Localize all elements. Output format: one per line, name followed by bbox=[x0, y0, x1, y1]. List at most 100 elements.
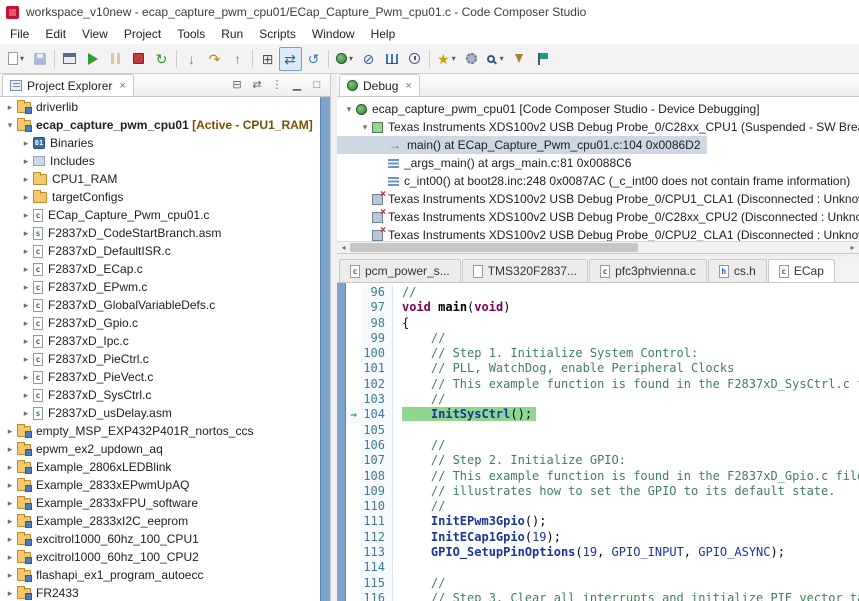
tree-item[interactable]: ▸driverlib bbox=[0, 98, 320, 116]
code-text[interactable]: // bbox=[393, 331, 445, 346]
link-with-editor-button[interactable]: ⇄ bbox=[248, 76, 266, 94]
debug-tree-item[interactable]: Texas Instruments XDS100v2 USB Debug Pro… bbox=[337, 190, 859, 208]
collapse-all-button[interactable]: ⊟ bbox=[228, 76, 246, 94]
collapsed-arrow-icon[interactable]: ▸ bbox=[19, 228, 33, 239]
restart-button[interactable]: ↻ bbox=[150, 47, 173, 71]
tree-item[interactable]: ▸F2837xD_CodeStartBranch.asm bbox=[0, 224, 320, 242]
new-button[interactable]: ▾ bbox=[4, 47, 28, 71]
tree-item[interactable]: ▸excitrol1000_60hz_100_CPU2 bbox=[0, 548, 320, 566]
target-console-button[interactable] bbox=[58, 47, 81, 71]
debug-tree-item[interactable]: Texas Instruments XDS100v2 USB Debug Pro… bbox=[337, 208, 859, 226]
collapsed-arrow-icon[interactable]: ▸ bbox=[3, 498, 17, 509]
tree-item[interactable]: ▸Example_2833xI2C_eeprom bbox=[0, 512, 320, 530]
code-text[interactable]: // bbox=[393, 499, 445, 514]
collapsed-arrow-icon[interactable]: ▸ bbox=[19, 192, 33, 203]
search-button[interactable]: ▾ bbox=[483, 47, 508, 71]
editor-marker-bar[interactable] bbox=[337, 283, 346, 601]
connect-target-button[interactable]: ⇄ bbox=[279, 47, 302, 71]
tree-item[interactable]: ▸ECap_Capture_Pwm_cpu01.c bbox=[0, 206, 320, 224]
save-button[interactable] bbox=[28, 47, 51, 71]
collapsed-arrow-icon[interactable]: ▸ bbox=[19, 210, 33, 221]
code-text[interactable]: // bbox=[393, 576, 445, 591]
code-text[interactable]: InitECap1Gpio(19); bbox=[393, 530, 561, 545]
tree-item[interactable]: ▸F2837xD_PieCtrl.c bbox=[0, 350, 320, 368]
profile-button[interactable] bbox=[403, 47, 426, 71]
debug-tree-item[interactable]: c_int00() at boot28.inc:248 0x0087AC (_c… bbox=[337, 172, 856, 190]
minimize-button[interactable]: ▁ bbox=[288, 76, 306, 94]
code-text[interactable]: InitSysCtrl(); bbox=[393, 407, 536, 422]
menu-edit[interactable]: Edit bbox=[37, 25, 74, 43]
tree-item[interactable]: ▸Example_2833xFPU_software bbox=[0, 494, 320, 512]
scrollbar-thumb[interactable] bbox=[350, 243, 638, 252]
code-text[interactable]: // This example function is found in the… bbox=[393, 469, 859, 484]
tree-item[interactable]: ▸F2837xD_PieVect.c bbox=[0, 368, 320, 386]
code-text[interactable]: // bbox=[393, 438, 445, 453]
debug-config-button[interactable]: ▾ bbox=[332, 47, 357, 71]
close-icon[interactable]: × bbox=[405, 80, 411, 92]
tab-project-explorer[interactable]: Project Explorer × bbox=[2, 74, 134, 96]
tree-item[interactable]: ▾ecap_capture_pwm_cpu01 [Active - CPU1_R… bbox=[0, 116, 320, 134]
close-icon[interactable]: × bbox=[119, 80, 125, 92]
code-text[interactable]: // bbox=[393, 392, 445, 407]
tree-item[interactable]: ▸FR2433 bbox=[0, 584, 320, 601]
collapsed-arrow-icon[interactable]: ▸ bbox=[3, 462, 17, 473]
code-text[interactable]: { bbox=[393, 316, 409, 331]
tree-item[interactable]: ▸F2837xD_DefaultISR.c bbox=[0, 242, 320, 260]
code-text[interactable]: // Step 2. Initialize GPIO: bbox=[393, 453, 626, 468]
collapsed-arrow-icon[interactable]: ▸ bbox=[19, 390, 33, 401]
collapsed-arrow-icon[interactable]: ▸ bbox=[19, 318, 33, 329]
tree-item[interactable]: ▸Example_2833xEPwmUpAQ bbox=[0, 476, 320, 494]
scroll-right-icon[interactable]: ▸ bbox=[846, 242, 859, 254]
tree-item[interactable]: ▸F2837xD_GlobalVariableDefs.c bbox=[0, 296, 320, 314]
code-text[interactable]: GPIO_SetupPinOptions(19, GPIO_INPUT, GPI… bbox=[393, 545, 785, 560]
collapsed-arrow-icon[interactable]: ▸ bbox=[19, 336, 33, 347]
menu-run[interactable]: Run bbox=[213, 25, 251, 43]
view-menu-button[interactable]: ⋮ bbox=[268, 76, 286, 94]
tree-item[interactable]: ▸Includes bbox=[0, 152, 320, 170]
menu-window[interactable]: Window bbox=[304, 25, 363, 43]
code-text[interactable]: // Step 3. Clear all interrupts and init… bbox=[393, 591, 859, 601]
collapsed-arrow-icon[interactable]: ▸ bbox=[3, 444, 17, 455]
scrollbar-track[interactable] bbox=[350, 242, 846, 253]
terminate-button[interactable] bbox=[127, 47, 150, 71]
scroll-left-icon[interactable]: ◂ bbox=[337, 242, 350, 254]
menu-project[interactable]: Project bbox=[116, 25, 169, 43]
collapsed-arrow-icon[interactable]: ▸ bbox=[19, 354, 33, 365]
collapsed-arrow-icon[interactable]: ▸ bbox=[19, 282, 33, 293]
menu-tools[interactable]: Tools bbox=[169, 25, 213, 43]
menu-file[interactable]: File bbox=[2, 25, 37, 43]
collapsed-arrow-icon[interactable]: ▸ bbox=[19, 300, 33, 311]
tree-item[interactable]: ▸CPU1_RAM bbox=[0, 170, 320, 188]
collapsed-arrow-icon[interactable]: ▸ bbox=[3, 588, 17, 599]
tree-item[interactable]: ▸epwm_ex2_updown_aq bbox=[0, 440, 320, 458]
tree-item[interactable]: ▸F2837xD_Gpio.c bbox=[0, 314, 320, 332]
code-area[interactable]: 96//97void main(void)98{99 //100 // Step… bbox=[346, 283, 859, 601]
tree-item[interactable]: ▸F2837xD_EPwm.c bbox=[0, 278, 320, 296]
step-into-button[interactable]: ↓ bbox=[180, 47, 203, 71]
debug-tree-item[interactable]: Texas Instruments XDS100v2 USB Debug Pro… bbox=[337, 226, 859, 241]
collapsed-arrow-icon[interactable]: ▸ bbox=[19, 246, 33, 257]
expanded-arrow-icon[interactable]: ▾ bbox=[358, 122, 372, 133]
code-text[interactable]: // This example function is found in the… bbox=[393, 377, 859, 392]
refresh-button[interactable]: ↺ bbox=[302, 47, 325, 71]
menu-view[interactable]: View bbox=[74, 25, 116, 43]
code-text[interactable]: void main(void) bbox=[393, 300, 510, 315]
collapsed-arrow-icon[interactable]: ▸ bbox=[19, 264, 33, 275]
tree-item[interactable]: ▸F2837xD_usDelay.asm bbox=[0, 404, 320, 422]
editor-tab[interactable]: TMS320F2837... bbox=[462, 259, 588, 282]
menu-help[interactable]: Help bbox=[363, 25, 404, 43]
tab-debug[interactable]: Debug × bbox=[339, 74, 420, 96]
collapsed-arrow-icon[interactable]: ▸ bbox=[3, 102, 17, 113]
debug-tree-item[interactable]: ▾Texas Instruments XDS100v2 USB Debug Pr… bbox=[337, 118, 859, 136]
project-tree-scrollbar[interactable] bbox=[320, 97, 330, 601]
collapsed-arrow-icon[interactable]: ▸ bbox=[3, 480, 17, 491]
tree-item[interactable]: ▸Example_2806xLEDBlink bbox=[0, 458, 320, 476]
code-text[interactable]: // Step 1. Initialize System Control: bbox=[393, 346, 698, 361]
collapsed-arrow-icon[interactable]: ▸ bbox=[3, 534, 17, 545]
expanded-arrow-icon[interactable]: ▾ bbox=[342, 104, 356, 115]
code-text[interactable]: InitEPwm3Gpio(); bbox=[393, 514, 547, 529]
tree-item[interactable]: ▸empty_MSP_EXP432P401R_nortos_ccs bbox=[0, 422, 320, 440]
resume-button[interactable] bbox=[81, 47, 104, 71]
code-text[interactable]: // illustrates how to set the GPIO to it… bbox=[393, 484, 835, 499]
collapsed-arrow-icon[interactable]: ▸ bbox=[3, 426, 17, 437]
